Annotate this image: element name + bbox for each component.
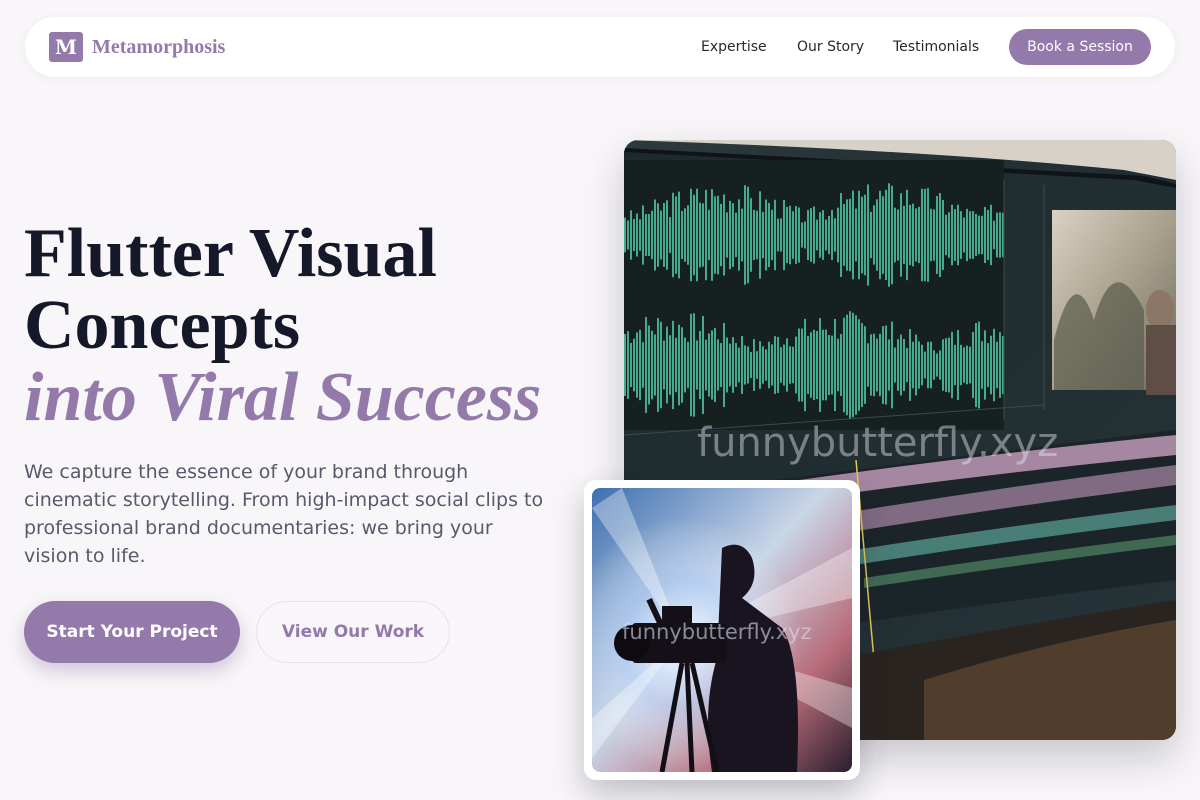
- brand-name[interactable]: Metamorphosis: [92, 34, 225, 60]
- hero-headline: Flutter Visual Concepts into Viral Succe…: [24, 218, 584, 434]
- start-project-button[interactable]: Start Your Project: [24, 601, 240, 663]
- brand-logo-icon[interactable]: M: [49, 32, 83, 62]
- hero-headline-line2: Concepts: [24, 287, 301, 364]
- hero-headline-line1: Flutter Visual: [24, 215, 437, 292]
- nav-link-expertise[interactable]: Expertise: [701, 37, 767, 57]
- view-work-button[interactable]: View Our Work: [256, 601, 450, 663]
- hero-description: We capture the essence of your brand thr…: [24, 461, 544, 567]
- book-session-button[interactable]: Book a Session: [1009, 29, 1151, 65]
- top-navbar: M Metamorphosis Expertise Our Story Test…: [25, 17, 1175, 77]
- secondary-image-card: [584, 480, 860, 780]
- cinematographer-camera-image: [592, 488, 852, 772]
- nav-link-testimonials[interactable]: Testimonials: [893, 37, 979, 57]
- nav-link-our-story[interactable]: Our Story: [797, 37, 864, 57]
- hero-headline-accent: into Viral Success: [24, 359, 542, 436]
